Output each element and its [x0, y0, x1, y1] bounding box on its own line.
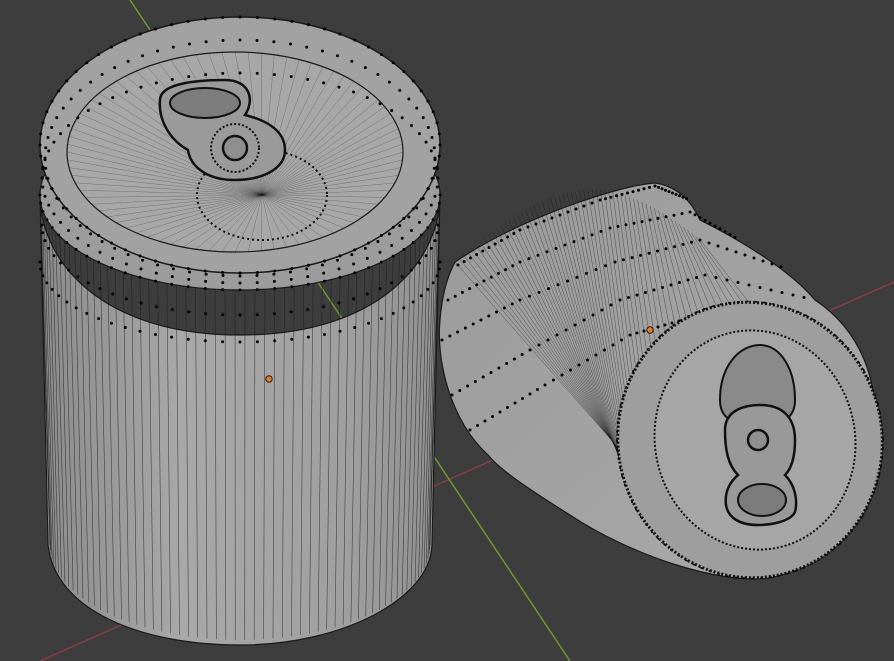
can-crushed[interactable]	[438, 182, 894, 602]
can-crushed-tab-hole	[737, 483, 787, 517]
can-crushed-origin	[646, 326, 654, 334]
can-upright-origin	[265, 375, 273, 383]
can-upright[interactable]	[38, 15, 442, 646]
can-crushed-rivet	[746, 428, 770, 452]
3d-viewport[interactable]	[0, 0, 894, 661]
viewport-scene[interactable]	[0, 0, 894, 661]
can-upright-tab-hole	[169, 87, 241, 119]
can-upright-rivet	[221, 134, 249, 162]
